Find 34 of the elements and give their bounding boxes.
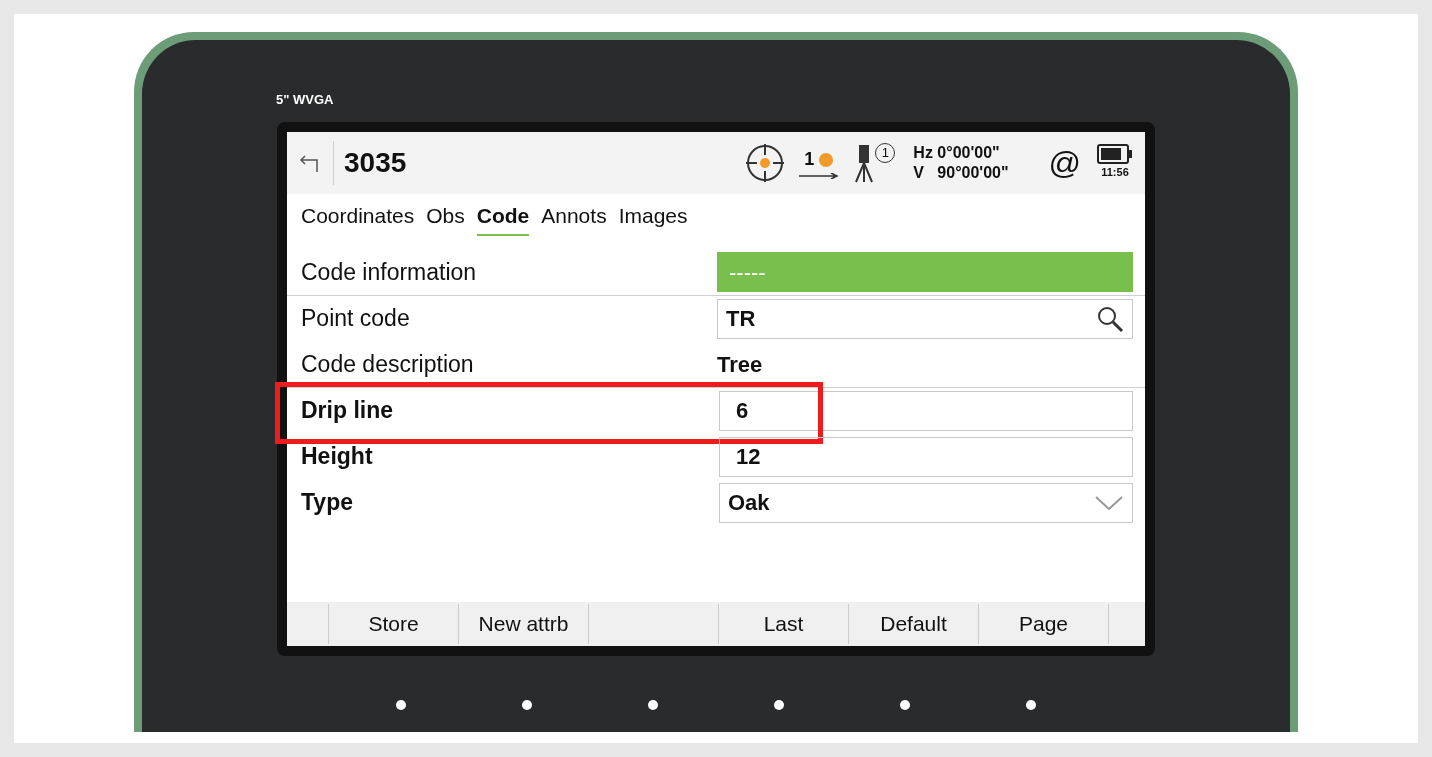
input-field[interactable]: 6 bbox=[719, 390, 1133, 431]
tab[interactable]: Coordinates bbox=[301, 200, 415, 236]
point-title: 3035 bbox=[344, 145, 407, 180]
instrument-indicator[interactable]: 1 bbox=[853, 142, 896, 183]
field-label: Drip line bbox=[301, 396, 394, 426]
tab[interactable]: Obs bbox=[426, 200, 465, 236]
softkey-button[interactable]: Last bbox=[718, 603, 848, 644]
field-label: Point code bbox=[301, 304, 411, 334]
chevron-down-icon bbox=[1094, 494, 1124, 511]
connection-status[interactable]: @ bbox=[1048, 138, 1081, 187]
angle-reading: Hz 0°00'00" bbox=[913, 142, 1001, 163]
softkey-button[interactable]: Page bbox=[978, 603, 1108, 644]
dropdown-field[interactable]: Oak bbox=[719, 482, 1133, 523]
field-label: Type bbox=[301, 488, 354, 518]
field-label: Height bbox=[301, 442, 374, 472]
tab[interactable]: Images bbox=[618, 200, 688, 236]
field-label: Code description bbox=[301, 349, 475, 379]
prism-indicator[interactable]: 1 bbox=[799, 146, 840, 179]
search-icon[interactable] bbox=[1096, 304, 1124, 333]
tab[interactable]: Annots bbox=[541, 200, 607, 236]
battery-icon bbox=[1097, 144, 1133, 165]
point-code-field[interactable]: TR bbox=[717, 298, 1133, 339]
code-info-bar: ----- bbox=[717, 252, 1133, 292]
field-label: Code information bbox=[301, 257, 478, 287]
angle-reading: V 90°00'00" bbox=[913, 162, 1009, 183]
softkey-button[interactable]: Store bbox=[328, 603, 458, 644]
tab[interactable]: Code bbox=[476, 200, 530, 236]
screen-size-label: 5" WVGA bbox=[276, 92, 334, 107]
softkey-button[interactable]: Default bbox=[848, 603, 978, 644]
field-value: Tree bbox=[717, 350, 763, 379]
softkey-button[interactable]: New attrb bbox=[458, 603, 588, 644]
input-field[interactable]: 12 bbox=[719, 436, 1133, 477]
crosshair-target-icon[interactable] bbox=[745, 142, 786, 183]
clock-time: 11:56 bbox=[1101, 165, 1129, 181]
